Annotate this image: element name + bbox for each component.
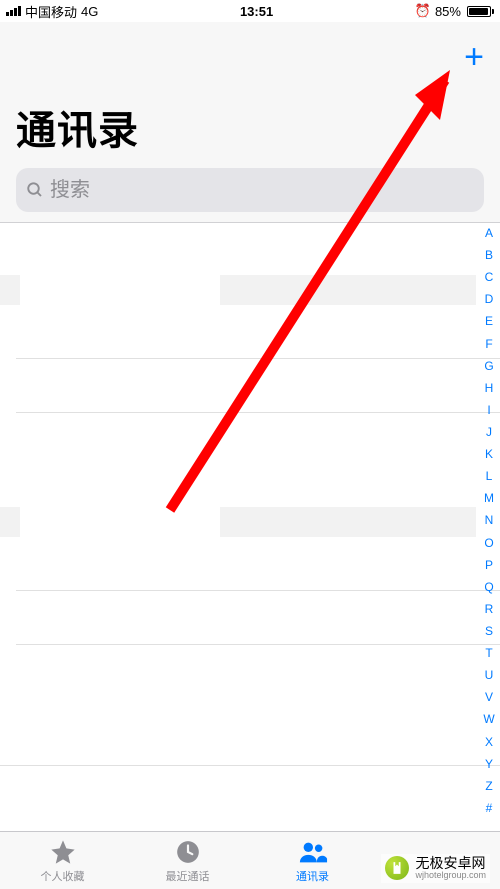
alpha-index-letter[interactable]: # bbox=[480, 802, 498, 814]
alpha-index-letter[interactable]: Z bbox=[480, 780, 498, 792]
alpha-index-letter[interactable]: Y bbox=[480, 758, 498, 770]
battery-icon bbox=[465, 6, 494, 17]
alpha-index-letter[interactable]: O bbox=[480, 537, 498, 549]
section-header bbox=[0, 507, 20, 537]
alpha-index-letter[interactable]: G bbox=[480, 360, 498, 372]
tab-recent[interactable]: 最近通话 bbox=[125, 832, 250, 889]
alpha-index-letter[interactable]: Q bbox=[480, 581, 498, 593]
contact-row[interactable] bbox=[16, 591, 500, 645]
contact-row[interactable] bbox=[16, 413, 500, 467]
alpha-index-letter[interactable]: L bbox=[480, 470, 498, 482]
header: + 通讯录 bbox=[0, 22, 500, 223]
alpha-index-letter[interactable]: H bbox=[480, 382, 498, 394]
tab-label: 通讯录 bbox=[296, 868, 329, 884]
alpha-index-letter[interactable]: E bbox=[480, 315, 498, 327]
tab-contacts[interactable]: 通讯录 bbox=[250, 832, 375, 889]
alpha-index-letter[interactable]: R bbox=[480, 603, 498, 615]
network-label: 4G bbox=[81, 4, 98, 19]
status-time: 13:51 bbox=[240, 4, 273, 19]
signal-icon bbox=[6, 6, 21, 16]
tab-label: 个人收藏 bbox=[41, 868, 85, 884]
contacts-list[interactable]: ABCDEFGHIJKLMNOPQRSTUVWXYZ # bbox=[0, 223, 500, 818]
alpha-index-letter[interactable]: X bbox=[480, 736, 498, 748]
alpha-index-letter[interactable]: N bbox=[480, 514, 498, 526]
watermark-name: 无极安卓网 bbox=[415, 855, 485, 871]
alpha-index-letter[interactable]: I bbox=[480, 404, 498, 416]
status-right: ⏰ 85% bbox=[415, 3, 494, 19]
alpha-index-letter[interactable]: W bbox=[480, 713, 498, 725]
section-header bbox=[220, 507, 476, 537]
status-bar: 中国移动 4G 13:51 ⏰ 85% bbox=[0, 0, 500, 22]
alarm-icon: ⏰ bbox=[415, 3, 431, 19]
carrier-label: 中国移动 bbox=[25, 2, 77, 21]
search-icon bbox=[26, 181, 44, 199]
battery-pct: 85% bbox=[435, 4, 461, 19]
alpha-index-letter[interactable]: C bbox=[480, 271, 498, 283]
tab-favorites[interactable]: 个人收藏 bbox=[0, 832, 125, 889]
tab-label: 最近通话 bbox=[166, 868, 210, 884]
alpha-index-letter[interactable]: F bbox=[480, 338, 498, 350]
alpha-index-letter[interactable]: P bbox=[480, 559, 498, 571]
page-title: 通讯录 bbox=[16, 98, 484, 156]
alpha-index-letter[interactable]: S bbox=[480, 625, 498, 637]
section-header bbox=[220, 275, 476, 305]
watermark-logo-icon bbox=[385, 856, 409, 880]
alpha-index-letter[interactable]: B bbox=[480, 249, 498, 261]
alpha-index-letter[interactable]: J bbox=[480, 426, 498, 438]
contact-row[interactable] bbox=[16, 359, 500, 413]
alpha-index-letter[interactable]: V bbox=[480, 691, 498, 703]
watermark-url: wjhotelgroup.com bbox=[415, 871, 486, 881]
alpha-index-letter[interactable]: D bbox=[480, 293, 498, 305]
add-contact-button[interactable]: + bbox=[464, 40, 484, 74]
contact-row[interactable] bbox=[16, 305, 500, 359]
alpha-index-letter[interactable]: U bbox=[480, 669, 498, 681]
status-left: 中国移动 4G bbox=[6, 2, 98, 21]
people-icon bbox=[298, 838, 328, 866]
contact-row[interactable] bbox=[0, 765, 500, 818]
alpha-index-letter[interactable]: K bbox=[480, 448, 498, 460]
alpha-index[interactable]: ABCDEFGHIJKLMNOPQRSTUVWXYZ # bbox=[480, 227, 498, 814]
star-icon bbox=[48, 838, 78, 866]
section-header bbox=[0, 275, 20, 305]
clock-icon bbox=[173, 838, 203, 866]
alpha-index-letter[interactable]: T bbox=[480, 647, 498, 659]
search-box[interactable] bbox=[16, 168, 484, 212]
contact-row[interactable] bbox=[16, 537, 500, 591]
alpha-index-letter[interactable]: M bbox=[480, 492, 498, 504]
alpha-index-letter[interactable]: A bbox=[480, 227, 498, 239]
search-input[interactable] bbox=[50, 179, 474, 202]
watermark: 无极安卓网 wjhotelgroup.com bbox=[381, 854, 490, 883]
